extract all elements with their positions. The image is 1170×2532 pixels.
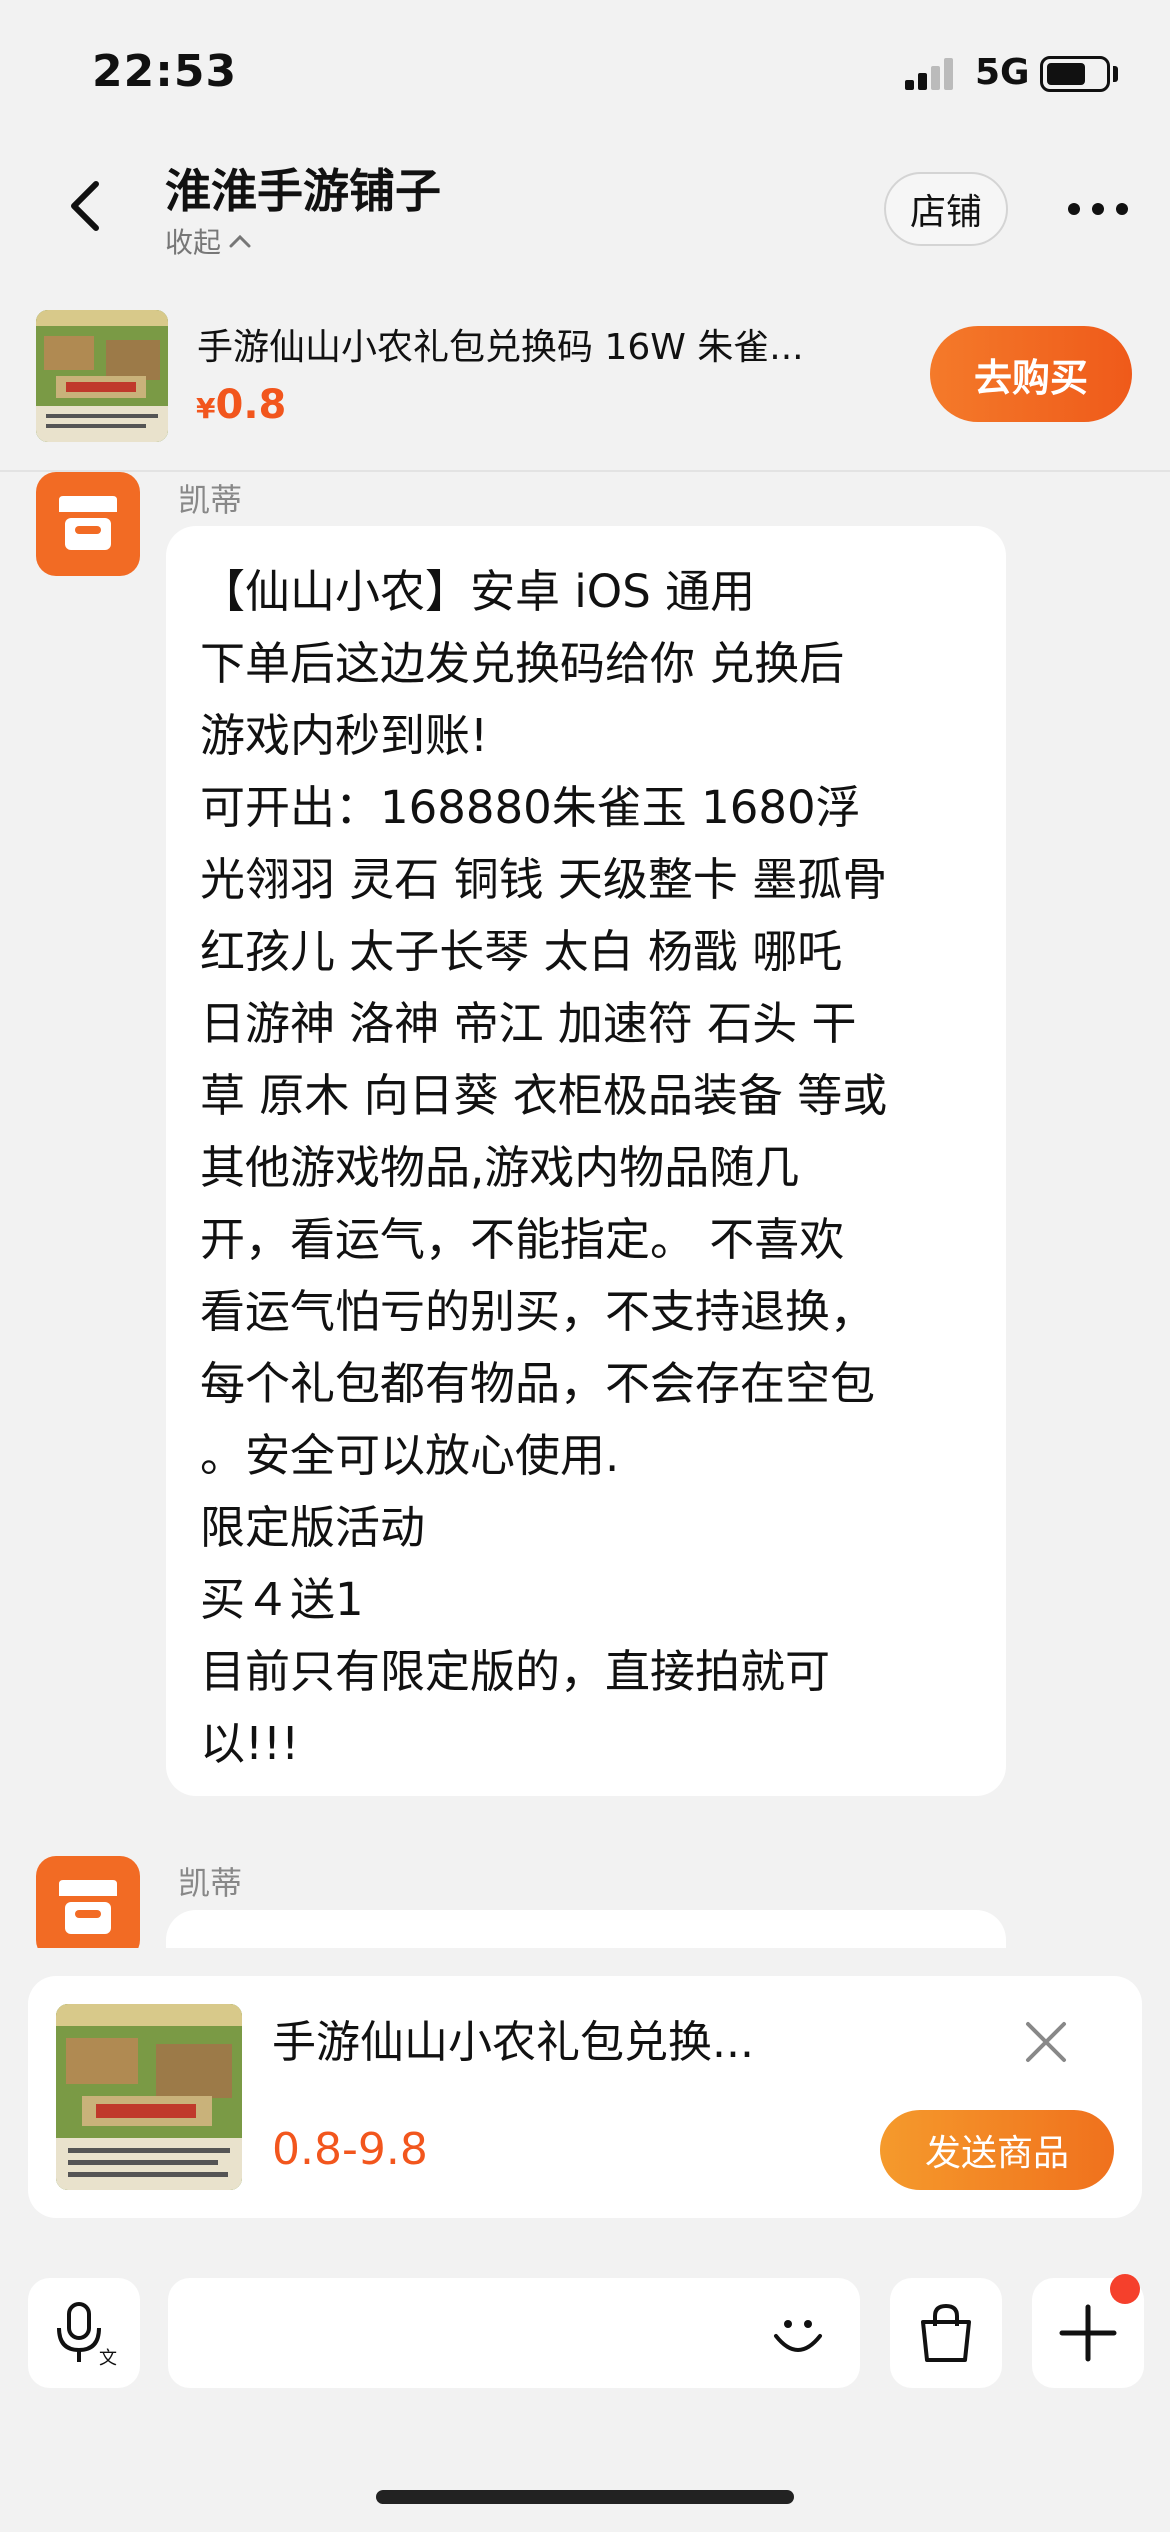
scroll-mask [0, 1948, 1170, 1978]
send-product-button[interactable]: 发送商品 [880, 2110, 1114, 2190]
battery-icon [1040, 56, 1110, 92]
sender-name: 凯蒂 [178, 481, 243, 519]
back-icon[interactable] [60, 178, 116, 234]
shopping-bag-icon [921, 2303, 971, 2362]
card-title[interactable]: 手游仙山小农礼包兑换... [272, 2006, 832, 2070]
card-thumbnail[interactable] [56, 2004, 242, 2190]
product-title[interactable]: 手游仙山小农礼包兑换码 16W 朱雀... [197, 318, 867, 370]
signal-icon [905, 58, 955, 90]
notification-dot [1110, 2274, 1140, 2304]
collapse-toggle[interactable]: 收起 [165, 221, 251, 261]
product-price: ¥0.8 [196, 382, 286, 428]
home-indicator [376, 2490, 794, 2504]
network-label: 5G [975, 52, 1030, 93]
store-button[interactable]: 店铺 [884, 172, 1008, 246]
sender-name: 凯蒂 [178, 1864, 243, 1902]
voice-to-text-icon: 文 [57, 2302, 117, 2368]
message-input[interactable] [168, 2278, 860, 2388]
currency-symbol: ¥ [196, 392, 216, 425]
smile-icon[interactable] [766, 2302, 830, 2366]
avatar[interactable] [36, 1856, 140, 1960]
collapse-label: 收起 [165, 226, 222, 259]
battery-tip [1113, 66, 1118, 82]
voice-button[interactable]: 文 [28, 2278, 140, 2388]
close-icon[interactable] [1020, 2016, 1072, 2068]
more-dots-icon[interactable] [1068, 196, 1128, 222]
avatar[interactable] [36, 472, 140, 576]
bag-button[interactable] [890, 2278, 1002, 2388]
store-icon [59, 1880, 117, 1934]
plus-icon [1059, 2304, 1117, 2362]
message-bubble[interactable]: 【仙山小农】安卓 iOS 通用 下单后这边发兑换码给你 兑换后 游戏内秒到账! … [166, 526, 1006, 1796]
product-thumbnail[interactable] [36, 310, 168, 442]
chevron-up-icon [229, 234, 251, 248]
store-icon [59, 496, 117, 550]
status-time: 22:53 [92, 46, 238, 97]
shop-title: 淮淮手游铺子 [165, 164, 441, 218]
price-value: 0.8 [215, 382, 287, 428]
message-text: 【仙山小农】安卓 iOS 通用 下单后这边发兑换码给你 兑换后 游戏内秒到账! … [200, 565, 888, 1770]
buy-button[interactable]: 去购买 [930, 326, 1132, 422]
card-price: 0.8-9.8 [272, 2124, 428, 2175]
svg-text:文: 文 [99, 2348, 117, 2368]
